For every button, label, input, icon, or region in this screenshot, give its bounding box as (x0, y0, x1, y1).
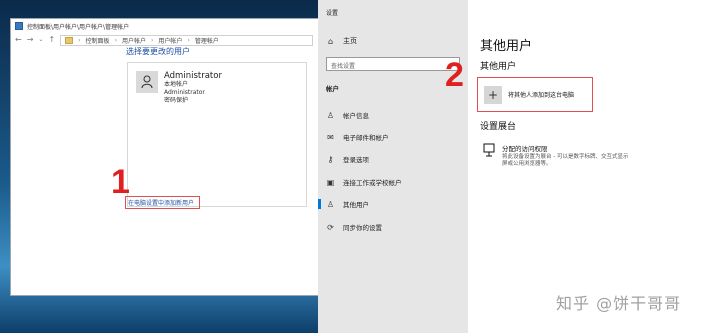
forward-arrow-icon[interactable]: → (27, 36, 34, 44)
person-icon: ♙ (326, 110, 335, 120)
nav-email-accounts[interactable]: ✉ 电子邮件和帐户 (318, 130, 468, 144)
sync-icon: ⟳ (327, 222, 334, 232)
settings-content: 其他用户 其他用户 2 + 将其他人添加到这台电脑 设置展台 分配的访问权限 将… (445, 0, 720, 333)
assigned-access-title: 分配的访问权限 (502, 145, 548, 153)
address-bar: ← → ⌄ ↑ › 控制面板 › 用户帐户 › 用户帐户 › 管理帐户 (11, 33, 319, 47)
window-title: 控制面板\用户帐户\用户帐户\管理帐户 (27, 23, 130, 31)
account-group: Administrator (164, 89, 205, 96)
page-heading: 选择要更改的用户 (126, 47, 190, 56)
nav-sync-settings[interactable]: ⟳ 同步你的设置 (318, 220, 468, 234)
account-type: 本地帐户 (164, 81, 189, 88)
section-heading-other-users: 其他用户 (480, 62, 517, 72)
plus-icon: + (484, 85, 502, 104)
folder-icon (65, 36, 74, 44)
account-list: Administrator 本地帐户 Administrator 密码保护 (127, 62, 307, 207)
settings-window: 设置 ⌂ 主页 查找设置 帐户 ♙ 帐户信息 ✉ 电子邮件和帐户 ⚷ 登录选项 … (318, 0, 720, 333)
assigned-access-description: 将此设备设置为展台 - 可以是数字标牌、交互式显示屏或公用浏览器等。 (502, 154, 629, 167)
nav-label: 其他用户 (343, 201, 369, 209)
account-item[interactable]: Administrator 本地帐户 Administrator 密码保护 (136, 71, 222, 105)
briefcase-icon: ▣ (326, 177, 335, 187)
account-password-status: 密码保护 (164, 97, 189, 104)
control-panel-icon (15, 22, 23, 30)
settings-sidebar: 设置 ⌂ 主页 查找设置 帐户 ♙ 帐户信息 ✉ 电子邮件和帐户 ⚷ 登录选项 … (318, 0, 468, 333)
nav-label: 帐户信息 (343, 112, 369, 120)
nav-label: 连接工作或学校帐户 (343, 179, 402, 187)
nav-label: 登录选项 (343, 156, 369, 164)
settings-app-title: 设置 (326, 10, 339, 17)
nav-other-users[interactable]: ♙ 其他用户 (318, 197, 468, 211)
add-user-in-settings-link[interactable]: 在电脑设置中添加新用户 (125, 196, 200, 209)
breadcrumb-item[interactable]: 用户帐户 (158, 36, 182, 45)
home-label: 主页 (343, 37, 357, 45)
section-heading-kiosk: 设置展台 (480, 122, 517, 132)
add-other-user-button[interactable]: + 将其他人添加到这台电脑 (477, 77, 593, 112)
recent-chevron-icon[interactable]: ⌄ (38, 37, 43, 43)
kiosk-monitor-icon (482, 143, 496, 161)
breadcrumb-item[interactable]: 管理帐户 (195, 36, 219, 45)
watermark: 知乎 @饼干哥哥 (556, 294, 682, 313)
people-icon: ♙ (326, 199, 335, 209)
breadcrumb[interactable]: › 控制面板 › 用户帐户 › 用户帐户 › 管理帐户 (60, 34, 313, 46)
account-name: Administrator (164, 71, 222, 81)
page-title: 其他用户 (480, 39, 533, 54)
nav-label: 电子邮件和帐户 (343, 134, 389, 142)
add-other-user-label: 将其他人添加到这台电脑 (508, 92, 575, 99)
annotation-number-2: 2 (445, 56, 464, 94)
mail-icon: ✉ (327, 132, 334, 142)
nav-label: 同步你的设置 (343, 224, 382, 232)
nav-sign-in-options[interactable]: ⚷ 登录选项 (318, 152, 468, 166)
back-arrow-icon[interactable]: ← (15, 36, 22, 44)
nav-work-school[interactable]: ▣ 连接工作或学校帐户 (318, 175, 468, 189)
annotation-number-1: 1 (111, 163, 130, 201)
settings-search-input[interactable]: 查找设置 (326, 57, 460, 71)
home-nav[interactable]: ⌂ 主页 (326, 36, 357, 46)
category-heading: 帐户 (326, 85, 339, 93)
up-arrow-icon[interactable]: ↑ (48, 36, 55, 44)
home-icon: ⌂ (327, 36, 334, 46)
breadcrumb-item[interactable]: 控制面板 (86, 36, 110, 45)
control-panel-titlebar: 控制面板\用户帐户\用户帐户\管理帐户 (11, 19, 319, 33)
nav-account-info[interactable]: ♙ 帐户信息 (318, 108, 468, 122)
assigned-access-item[interactable]: 分配的访问权限 将此设备设置为展台 - 可以是数字标牌、交互式显示屏或公用浏览器… (482, 143, 632, 168)
key-icon: ⚷ (327, 154, 334, 164)
user-avatar-icon (136, 71, 158, 93)
breadcrumb-item[interactable]: 用户帐户 (122, 36, 146, 45)
